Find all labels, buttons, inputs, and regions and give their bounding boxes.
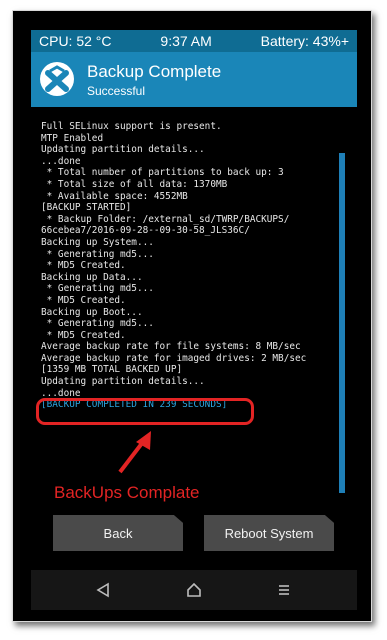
log-line: MTP Enabled bbox=[41, 132, 104, 144]
log-line: * Generating md5... bbox=[41, 248, 154, 260]
reboot-system-button[interactable]: Reboot System bbox=[204, 515, 334, 551]
log-line: * MD5 Created. bbox=[41, 260, 126, 272]
console-output: Full SELinux support is present. MTP Enab… bbox=[31, 107, 357, 497]
page-subtitle: Successful bbox=[87, 84, 146, 98]
log-line: * Generating md5... bbox=[41, 283, 154, 295]
home-icon[interactable] bbox=[186, 582, 202, 598]
log-line: [BACKUP STARTED] bbox=[41, 202, 132, 214]
back-button[interactable]: Back bbox=[53, 515, 183, 551]
log-line: * Generating md5... bbox=[41, 318, 154, 330]
log-line: 66cebea7/2016-09-28--09-30-58_JLS36C/ bbox=[41, 225, 250, 237]
log-line: Backing up System... bbox=[41, 236, 154, 248]
clock: 9:37 AM bbox=[160, 33, 212, 49]
log-line: Full SELinux support is present. bbox=[41, 121, 222, 132]
cpu-temperature: CPU: 52 °C bbox=[39, 33, 112, 49]
console-scrollbar[interactable] bbox=[339, 153, 345, 493]
log-line: Backing up Boot... bbox=[41, 306, 143, 318]
log-line: Backing up Data... bbox=[41, 271, 143, 283]
menu-icon[interactable] bbox=[276, 582, 292, 598]
completion-highlight-box bbox=[36, 398, 254, 425]
log-line: Updating partition details... bbox=[41, 144, 205, 156]
twrp-logo-icon bbox=[40, 62, 74, 96]
log-line: Updating partition details... bbox=[41, 376, 205, 388]
log-line: * Total number of partitions to back up:… bbox=[41, 167, 284, 179]
log-line: * Available space: 4552MB bbox=[41, 190, 188, 202]
log-line: [1359 MB TOTAL BACKED UP] bbox=[41, 364, 183, 376]
annotation-label: BackUps Complate bbox=[54, 483, 200, 502]
status-bar: CPU: 52 °C 9:37 AM Battery: 43%+ bbox=[31, 30, 357, 52]
log-line: Average backup rate for imaged drives: 2… bbox=[41, 352, 307, 364]
back-icon[interactable] bbox=[95, 582, 111, 598]
log-line: ...done bbox=[41, 155, 81, 167]
navigation-bar bbox=[31, 570, 357, 610]
annotation-arrow-icon bbox=[118, 431, 151, 474]
log-line: * Backup Folder: /external_sd/TWRP/BACKU… bbox=[41, 213, 290, 225]
log-line: Average backup rate for file systems: 8 … bbox=[41, 341, 301, 353]
console-log: Full SELinux support is present. MTP Enab… bbox=[41, 121, 341, 411]
log-line: * Total size of all data: 1370MB bbox=[41, 178, 228, 190]
header: Backup Complete Successful bbox=[31, 52, 357, 107]
log-line: * MD5 Created. bbox=[41, 329, 126, 341]
page-title: Backup Complete bbox=[87, 62, 222, 81]
log-line: * MD5 Created. bbox=[41, 294, 126, 306]
battery-level: Battery: 43%+ bbox=[260, 33, 349, 49]
